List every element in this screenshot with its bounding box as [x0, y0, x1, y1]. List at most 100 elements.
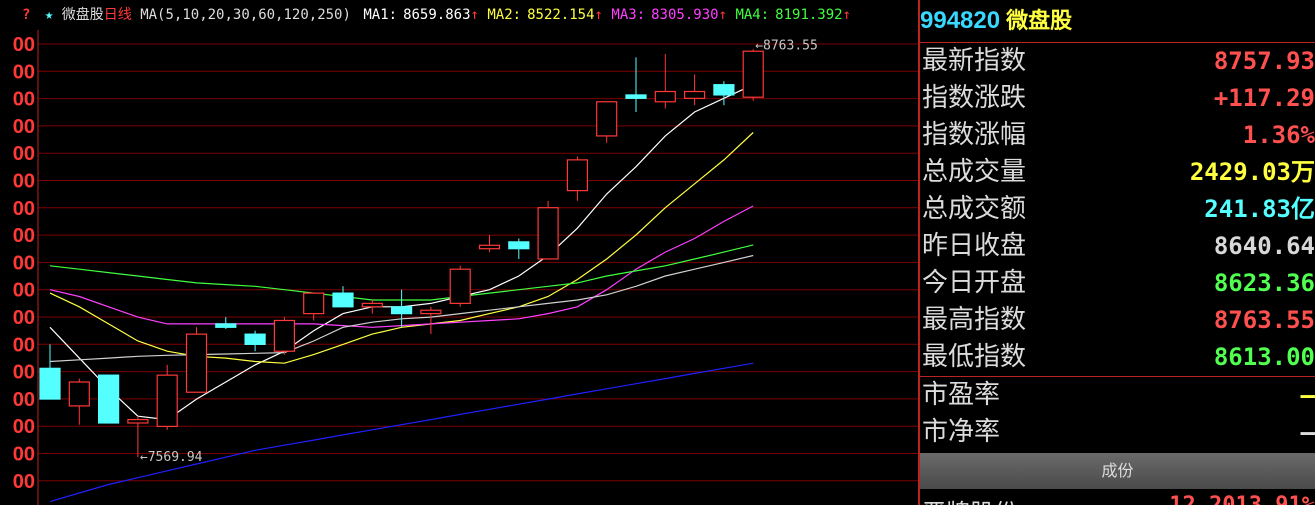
stat-row: 最新指数 8757.93	[920, 43, 1315, 80]
stats-list: 最新指数 8757.93 指数涨跌 +117.29 指数涨幅 1.36% 总成交量 2429.…	[920, 43, 1315, 376]
stat-value: 1.36%	[1242, 121, 1315, 149]
ma2-value: 8522.154	[527, 7, 595, 23]
favorite-star-icon[interactable]: ★	[45, 0, 53, 30]
y-tick-label: 00	[13, 334, 35, 356]
y-tick-label: 00	[13, 362, 35, 384]
ma-legend: ? ★ 微盘股日线 MA(5,10,20,30,60,120,250) MA1:…	[0, 0, 918, 30]
y-tick-label: 00	[13, 61, 35, 83]
stat-label: 最低指数	[922, 342, 1027, 372]
candle-body	[508, 241, 530, 250]
candle-body	[244, 333, 266, 345]
ma3-value: 8305.930	[651, 7, 719, 23]
legend-marker: ?	[22, 7, 31, 23]
stat-label: 今日开盘	[922, 268, 1027, 298]
y-tick-label: 00	[13, 225, 35, 247]
ma3-label: MA3:	[611, 7, 646, 23]
candle-body	[215, 323, 237, 328]
y-tick-label: 00	[13, 416, 35, 438]
ma4-arrow: ↑	[842, 7, 852, 23]
y-tick-label: 00	[13, 471, 35, 493]
candle-body	[185, 333, 208, 393]
pe-value: —	[1300, 381, 1315, 409]
stat-row: 今日开盘 8623.36	[920, 265, 1315, 302]
candle-body	[566, 159, 589, 192]
stat-row: 总成交额 241.83亿	[920, 191, 1315, 228]
candle-body	[625, 94, 647, 99]
constituents-tab[interactable]: 成份	[920, 453, 1315, 489]
y-tick-label: 00	[13, 34, 35, 56]
candle-body	[303, 292, 325, 315]
ma1-arrow: ↑	[470, 7, 479, 23]
stat-value: 2429.03万	[1189, 158, 1315, 186]
ratio-row: 市盈率 —	[920, 377, 1315, 414]
ma1-label: MA1:	[363, 7, 398, 23]
ma1-value: 8659.863	[403, 7, 471, 23]
kline-chart[interactable]: 00 00 00 00 00 00 00 00 00 00 00 00 00 00 00 00 00 ←7569.…	[0, 0, 918, 505]
ma2-label: MA2:	[487, 7, 522, 23]
constituent-value: 12.2013.91%	[1169, 493, 1315, 505]
ma-line-ma1	[49, 84, 754, 421]
constituent-name: 严牌股份	[922, 493, 1018, 505]
ma-params: MA(5,10,20,30,60,120,250)	[140, 7, 351, 23]
candle-body	[332, 292, 354, 308]
y-tick-label: 00	[13, 307, 35, 329]
price-annotation: ←8763.55	[755, 38, 818, 53]
constituent-row[interactable]: 严牌股份 12.2013.91%	[920, 489, 1315, 505]
stat-label: 昨日收盘	[922, 231, 1027, 261]
stat-value: 8757.93	[1213, 47, 1315, 75]
candle-body	[68, 381, 90, 407]
ma4-label: MA4:	[735, 7, 770, 23]
candle-body	[361, 302, 383, 308]
y-tick-label: 00	[13, 116, 35, 138]
candle-body	[478, 244, 501, 250]
stat-value: 8613.00	[1213, 343, 1315, 371]
stat-row: 指数涨幅 1.36%	[920, 117, 1315, 154]
stat-value: 8640.64	[1213, 232, 1315, 260]
quote-panel: 994820 微盘股 最新指数 8757.93 指数涨跌 +117.29 指数涨幅 1.36…	[920, 0, 1315, 505]
y-tick-label: 00	[13, 389, 35, 411]
stock-name: 微盘股	[61, 7, 104, 23]
stat-value: +117.29	[1213, 84, 1315, 112]
stat-label: 总成交额	[922, 194, 1027, 224]
pb-value: —	[1300, 418, 1315, 446]
stat-value: 8623.36	[1213, 269, 1315, 297]
stat-label: 最新指数	[922, 46, 1027, 76]
candle-body	[683, 90, 706, 99]
stat-label: 总成交量	[922, 157, 1027, 187]
stat-value: 8763.55	[1213, 306, 1315, 334]
ma4-value: 8191.392	[775, 7, 843, 23]
y-tick-label: 00	[13, 89, 35, 111]
stat-label: 最高指数	[922, 305, 1027, 335]
stat-label: 指数涨幅	[922, 120, 1027, 150]
pe-label: 市盈率	[922, 380, 1001, 410]
stat-value: 241.83亿	[1204, 195, 1315, 223]
stock-code: 994820	[920, 7, 1001, 34]
candle-body	[156, 374, 178, 428]
candle-body	[273, 319, 295, 352]
ratio-row: 市净率 —	[920, 414, 1315, 451]
price-annotation: ←7569.94	[140, 450, 203, 465]
period-label[interactable]: 日线	[104, 0, 132, 30]
stat-row: 最高指数 8763.55	[920, 302, 1315, 339]
candle-body	[97, 374, 120, 424]
stat-label: 指数涨跌	[922, 83, 1027, 113]
candle-body	[596, 101, 618, 137]
ma2-arrow: ↑	[594, 7, 603, 23]
candle-body	[127, 418, 149, 424]
y-tick-label: 00	[13, 252, 35, 274]
candle-body	[537, 207, 559, 260]
candle-body	[449, 268, 471, 304]
candle-body	[742, 50, 764, 98]
stat-row: 总成交量 2429.03万	[920, 154, 1315, 191]
kline-chart-area[interactable]: 00 00 00 00 00 00 00 00 00 00 00 00 00 00 00 00 00 ←7569.…	[0, 0, 918, 505]
panel-header: 994820 微盘股	[920, 0, 1315, 43]
candle-body	[654, 90, 676, 103]
candle-body	[420, 309, 442, 315]
candle-body	[391, 306, 413, 315]
candle-body	[713, 84, 735, 96]
stat-row: 昨日收盘 8640.64	[920, 228, 1315, 265]
y-tick-label: 00	[13, 444, 35, 466]
stat-row: 最低指数 8613.00	[920, 339, 1315, 376]
y-tick-label: 00	[13, 198, 35, 220]
stat-row: 指数涨跌 +117.29	[920, 80, 1315, 117]
